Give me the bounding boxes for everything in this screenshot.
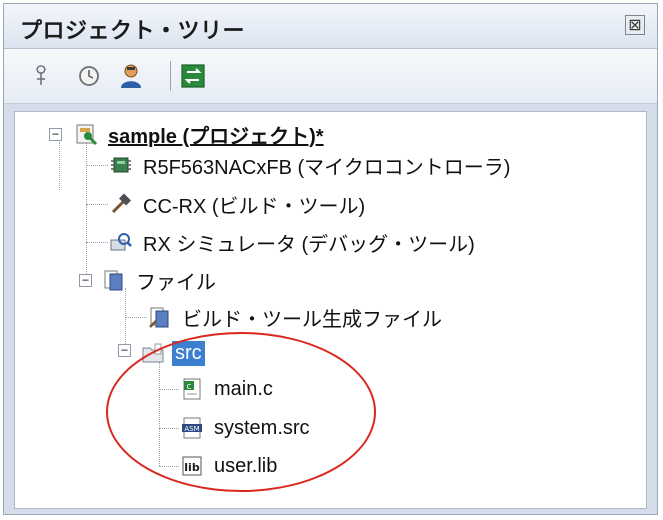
tree-connector <box>159 428 179 429</box>
folder-icon <box>140 340 166 366</box>
refresh-icon[interactable] <box>178 61 208 91</box>
tree-view: − sample (プロジェクト)* R5F563NACxFB (マイクロコント… <box>14 111 647 509</box>
simulator-icon <box>108 229 134 255</box>
tree-connector <box>86 242 108 243</box>
panel-titlebar: プロジェクト・ツリー ⊠ <box>4 4 657 49</box>
generated-files-icon <box>147 304 173 330</box>
tree-item-files[interactable]: ファイル <box>101 265 219 295</box>
tree-item-label: CC-RX (ビルド・ツール) <box>143 195 366 218</box>
tree-item-main-c[interactable]: c main.c <box>179 374 276 404</box>
panel-toolbar <box>4 49 657 104</box>
tree-connector <box>86 204 108 205</box>
tree-connector <box>86 165 108 166</box>
tree-item-label: R5F563NACxFB (マイクロコントローラ) <box>143 156 511 179</box>
tree-item-system-src[interactable]: ASM system.src <box>179 413 313 443</box>
file-category-icon <box>101 267 127 293</box>
tree-item-build-generated-files[interactable]: ビルド・ツール生成ファイル <box>147 302 445 332</box>
hammer-icon <box>108 191 134 217</box>
lib-file-icon: lib <box>179 453 205 479</box>
pin-icon[interactable] <box>26 61 56 91</box>
project-tree-panel: プロジェクト・ツリー ⊠ − sample (プロジェクト)* R5F563NA… <box>3 3 658 515</box>
lib-file-badge: lib <box>184 461 200 474</box>
tree-connector <box>159 389 179 390</box>
tree-item-build-tool[interactable]: CC-RX (ビルド・ツール) <box>108 189 368 219</box>
tree-connector <box>159 362 160 466</box>
user-icon[interactable] <box>116 61 146 91</box>
tree-item-label: ビルド・ツール生成ファイル <box>182 308 442 331</box>
tree-connector <box>159 466 179 467</box>
properties-icon[interactable] <box>74 61 104 91</box>
project-collapse-toggle[interactable]: − <box>49 128 62 141</box>
tree-item-label: system.src <box>214 416 310 439</box>
tree-connector <box>86 142 87 280</box>
tree-item-label: src <box>172 340 205 366</box>
tree-connector <box>125 317 147 318</box>
c-file-icon: c <box>179 376 205 402</box>
tree-item-debug-tool[interactable]: RX シミュレータ (デバッグ・ツール) <box>108 227 478 257</box>
chip-icon <box>108 152 134 178</box>
tree-connector <box>125 288 126 348</box>
files-collapse-toggle[interactable]: − <box>79 274 92 287</box>
tree-item-label: main.c <box>214 377 273 400</box>
tree-item-label: RX シミュレータ (デバッグ・ツール) <box>143 233 475 256</box>
src-collapse-toggle[interactable]: − <box>118 344 131 357</box>
close-icon[interactable]: ⊠ <box>625 15 645 35</box>
tree-item-user-lib[interactable]: lib user.lib <box>179 451 280 481</box>
panel-title: プロジェクト・ツリー <box>20 19 246 44</box>
c-file-badge: c <box>187 382 192 392</box>
tree-item-label: sample (プロジェクト)* <box>108 125 324 148</box>
tree-item-microcontroller[interactable]: R5F563NACxFB (マイクロコントローラ) <box>108 150 513 180</box>
tree-item-src-folder[interactable]: src <box>140 338 205 368</box>
toolbar-separator <box>170 61 171 91</box>
tree-item-project[interactable]: sample (プロジェクト)* <box>73 119 327 149</box>
asm-file-badge: ASM <box>184 425 199 433</box>
project-icon <box>73 121 99 147</box>
tree-item-label: user.lib <box>214 454 278 477</box>
tree-connector <box>59 142 60 190</box>
tree-item-label: ファイル <box>136 271 216 294</box>
asm-file-icon: ASM <box>179 415 205 441</box>
